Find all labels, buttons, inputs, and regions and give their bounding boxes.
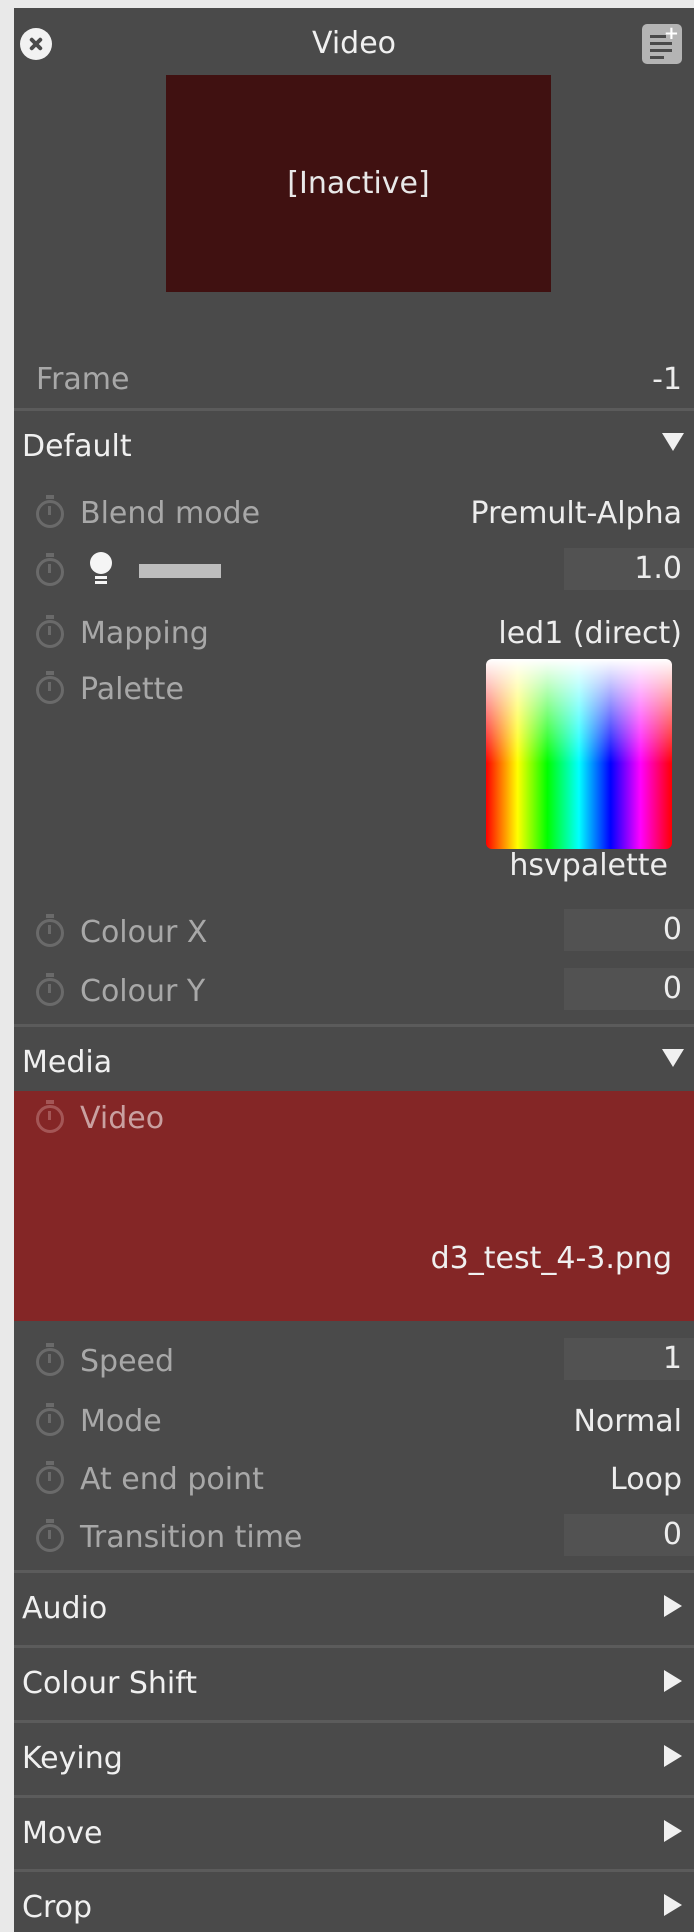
colour-y-row: Colour Y 0 — [14, 964, 694, 1020]
frame-value: -1 — [652, 362, 682, 397]
lightbulb-icon — [90, 552, 112, 586]
panel-title: Video — [311, 26, 397, 61]
expand-arrow-icon[interactable] — [664, 1820, 682, 1842]
section-crop[interactable]: Crop — [14, 1869, 694, 1932]
section-move-title: Move — [22, 1816, 103, 1851]
transition-time-input[interactable]: 0 — [564, 1514, 694, 1556]
collapse-arrow-icon[interactable] — [662, 433, 684, 451]
section-move[interactable]: Move — [14, 1795, 694, 1868]
mode-row: Mode Normal — [14, 1394, 694, 1450]
section-keying[interactable]: Keying — [14, 1720, 694, 1793]
speed-input[interactable]: 1 — [564, 1338, 694, 1380]
section-media[interactable]: Media — [14, 1024, 694, 1097]
hsv-palette-swatch[interactable] — [486, 659, 672, 849]
transition-time-label: Transition time — [80, 1520, 303, 1555]
brightness-row: 1.0 — [14, 544, 694, 600]
palette-label: Palette — [80, 672, 184, 707]
expand-arrow-icon[interactable] — [664, 1595, 682, 1617]
keyframe-clock-icon[interactable] — [36, 495, 64, 528]
colour-x-row: Colour X 0 — [14, 905, 694, 961]
keyframe-clock-icon[interactable] — [36, 1519, 64, 1552]
blend-mode-label: Blend mode — [80, 496, 261, 531]
blend-mode-row: Blend mode Premult-Alpha — [14, 486, 694, 542]
mapping-label: Mapping — [80, 616, 209, 651]
keyframe-clock-icon[interactable] — [36, 1461, 64, 1494]
transition-time-row: Transition time 0 — [14, 1510, 694, 1566]
brightness-slider[interactable] — [139, 564, 221, 578]
palette-name: hsvpalette — [509, 848, 668, 883]
mode-value[interactable]: Normal — [573, 1404, 682, 1439]
expand-arrow-icon[interactable] — [664, 1745, 682, 1767]
speed-label: Speed — [80, 1344, 175, 1379]
colour-x-input[interactable]: 0 — [564, 909, 694, 951]
keyframe-clock-icon[interactable] — [36, 973, 64, 1006]
mode-label: Mode — [80, 1404, 162, 1439]
video-label: Video — [80, 1101, 165, 1136]
frame-label: Frame — [36, 362, 130, 397]
colour-x-label: Colour X — [80, 915, 208, 950]
section-keying-title: Keying — [22, 1741, 123, 1776]
video-file-row[interactable]: Video d3_test_4-3.png — [14, 1091, 694, 1321]
preview-status: [Inactive] — [287, 166, 430, 201]
notes-icon[interactable]: + — [642, 23, 682, 64]
video-preview: [Inactive] — [166, 75, 551, 292]
speed-row: Speed 1 — [14, 1334, 694, 1390]
keyframe-clock-icon[interactable] — [36, 553, 64, 586]
panel-header: Video + — [14, 8, 694, 80]
mapping-row: Mapping led1 (direct) — [14, 606, 694, 662]
collapse-arrow-icon[interactable] — [662, 1049, 684, 1067]
blend-mode-value[interactable]: Premult-Alpha — [471, 496, 683, 531]
section-colour-shift[interactable]: Colour Shift — [14, 1645, 694, 1718]
at-end-point-value[interactable]: Loop — [610, 1462, 682, 1497]
section-default-title: Default — [22, 429, 132, 464]
at-end-point-label: At end point — [80, 1462, 264, 1497]
section-audio[interactable]: Audio — [14, 1570, 694, 1643]
keyframe-clock-icon[interactable] — [36, 914, 64, 947]
section-crop-title: Crop — [22, 1890, 93, 1925]
at-end-point-row: At end point Loop — [14, 1452, 694, 1508]
keyframe-clock-icon[interactable] — [36, 1343, 64, 1376]
keyframe-clock-icon[interactable] — [36, 1403, 64, 1436]
keyframe-clock-icon[interactable] — [36, 615, 64, 648]
section-media-title: Media — [22, 1045, 113, 1080]
section-colour-shift-title: Colour Shift — [22, 1666, 198, 1701]
video-layer-panel: Video + [Inactive] Frame -1 Default Blen… — [14, 8, 694, 1932]
expand-arrow-icon[interactable] — [664, 1670, 682, 1692]
keyframe-clock-icon[interactable] — [36, 671, 64, 704]
section-audio-title: Audio — [22, 1591, 108, 1626]
section-default[interactable]: Default — [14, 408, 694, 481]
video-file-value[interactable]: d3_test_4-3.png — [431, 1241, 672, 1276]
colour-y-label: Colour Y — [80, 974, 206, 1009]
brightness-input[interactable]: 1.0 — [564, 548, 694, 590]
mapping-value[interactable]: led1 (direct) — [498, 616, 682, 651]
expand-arrow-icon[interactable] — [664, 1894, 682, 1916]
keyframe-clock-icon[interactable] — [36, 1100, 64, 1133]
frame-row: Frame -1 — [14, 352, 694, 408]
colour-y-input[interactable]: 0 — [564, 968, 694, 1010]
